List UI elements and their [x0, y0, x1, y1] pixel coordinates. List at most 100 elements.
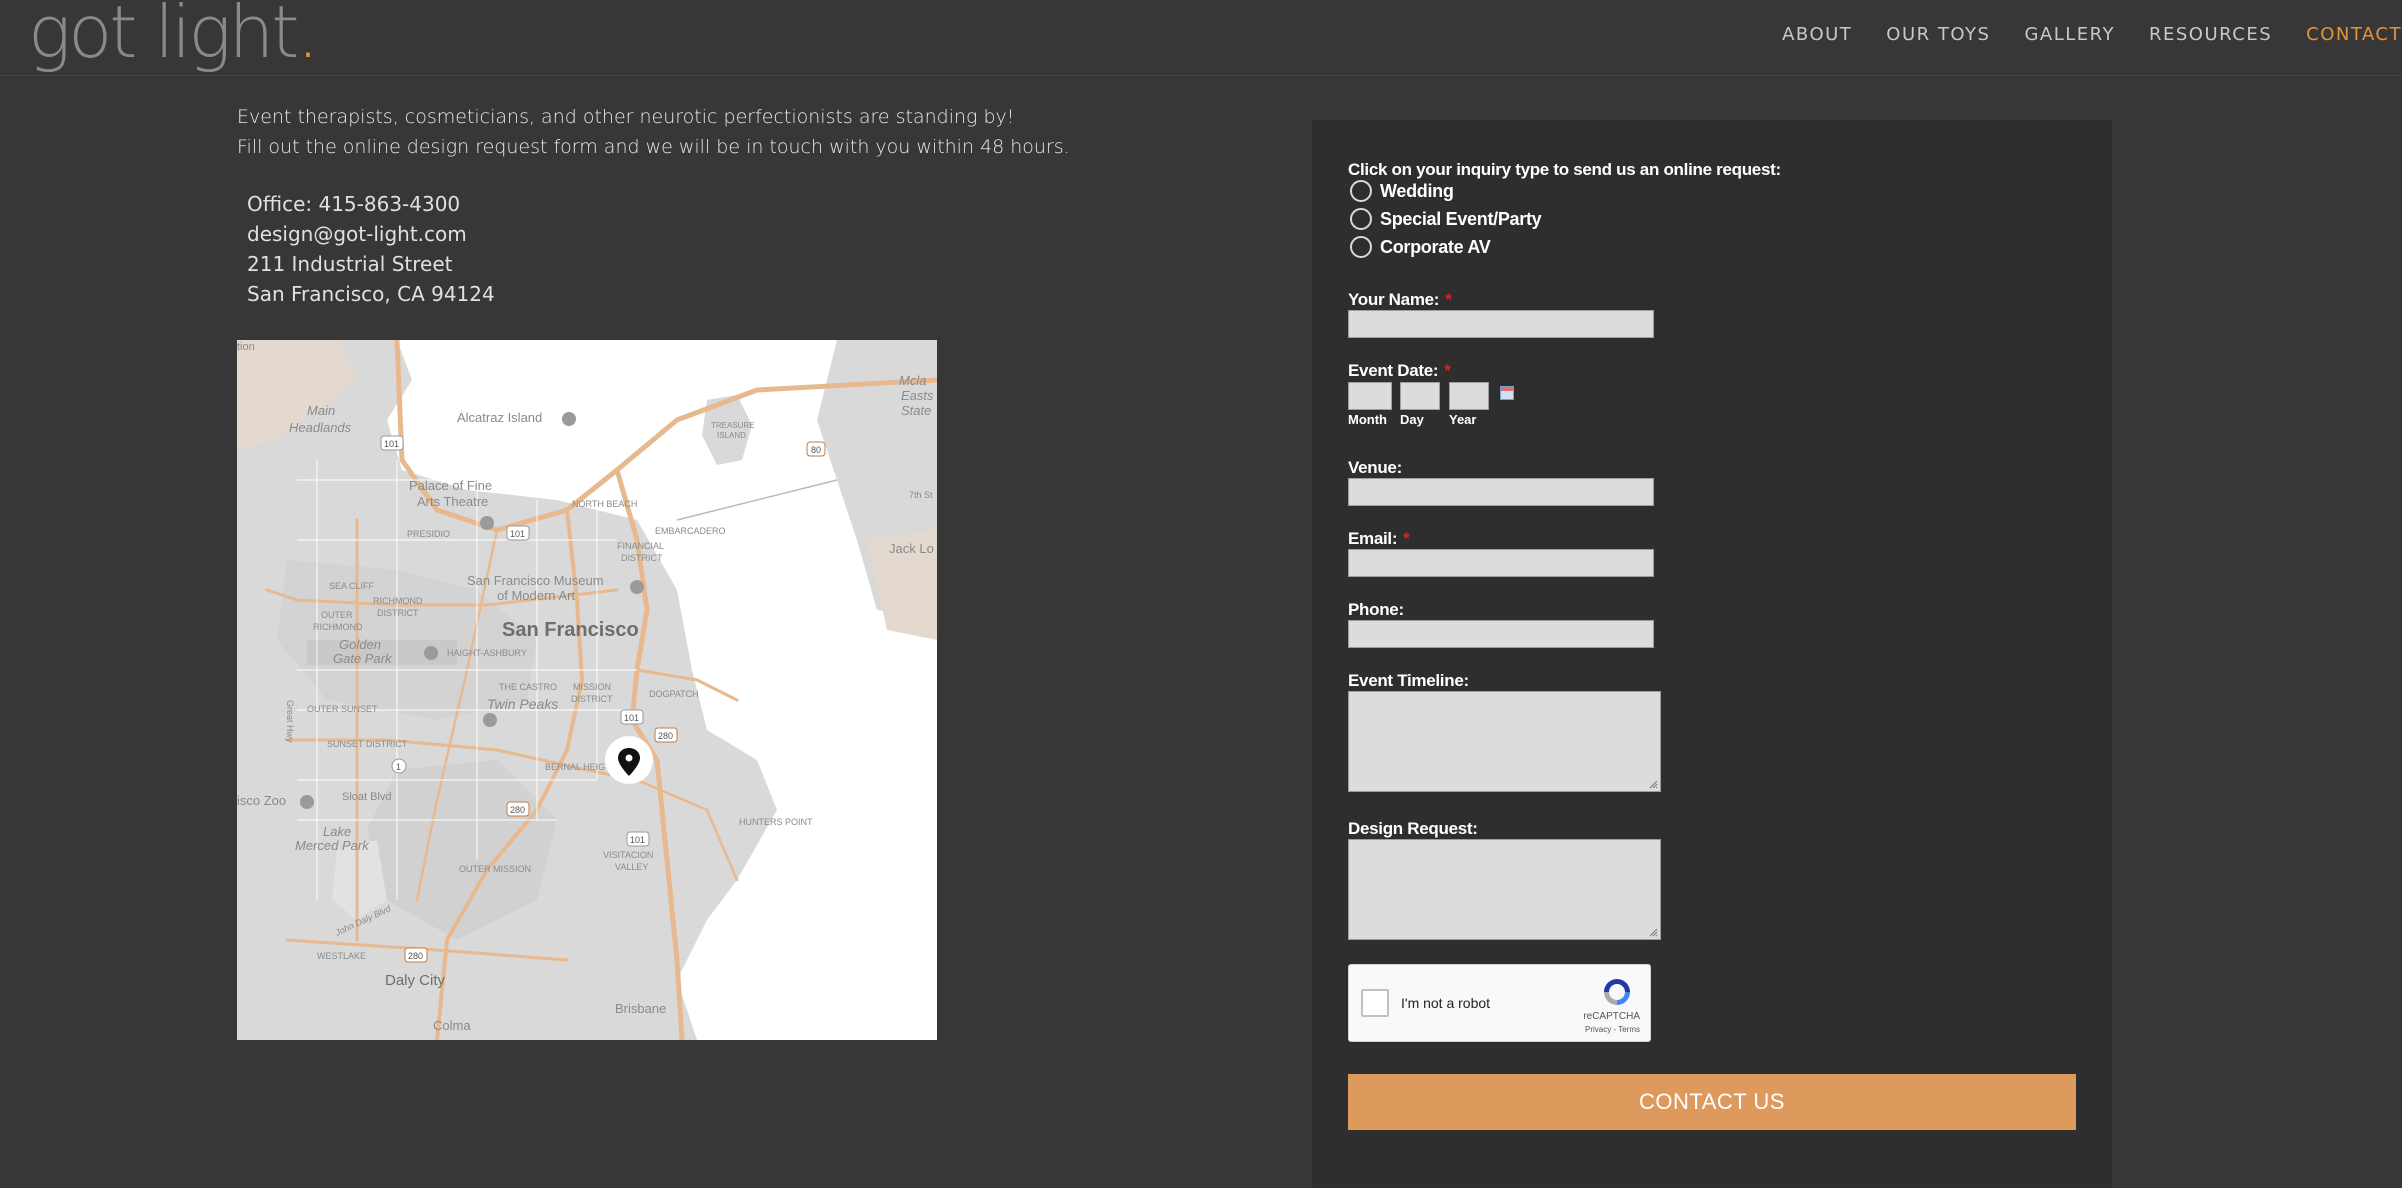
contact-info: Office: 415-863-4300 design@got-light.co…: [247, 189, 495, 309]
recaptcha-logo-icon: [1604, 979, 1630, 1005]
map-label-7th: 7th St: [909, 490, 933, 500]
email-input[interactable]: [1348, 549, 1654, 577]
contact-us-button[interactable]: CONTACT US: [1348, 1074, 2076, 1130]
email-label: Email: *: [1348, 529, 1410, 549]
map-label-richmond-district: DISTRICT: [377, 608, 419, 618]
nav-about[interactable]: ABOUT: [1782, 24, 1852, 45]
map-label-treasure: TREASURE: [711, 421, 755, 430]
intro-text: Event therapists, cosmeticians, and othe…: [237, 102, 1070, 162]
email-label-text: Email:: [1348, 529, 1398, 548]
logo-dot: .: [296, 0, 319, 74]
event-year-input[interactable]: [1449, 382, 1489, 410]
location-map[interactable]: Alcatraz Island Main Headlands Palace of…: [237, 340, 937, 1040]
recaptcha-privacy-terms[interactable]: Privacy - Terms: [1585, 1025, 1640, 1034]
radio-circle-icon[interactable]: [1350, 208, 1372, 230]
route-shield-280: 280: [506, 801, 530, 817]
map-label-bernal: BERNAL HEIG: [545, 762, 605, 772]
route-280-c-label: 280: [658, 731, 673, 741]
street-address: 211 Industrial Street: [247, 252, 453, 276]
map-label-daly-city: Daly City: [385, 972, 446, 989]
venue-input[interactable]: [1348, 478, 1654, 506]
nav-contact[interactable]: CONTACT: [2306, 24, 2402, 45]
map-label-mcla: Mcla: [899, 373, 926, 388]
resize-handle-icon[interactable]: [1648, 927, 1658, 937]
radio-circle-icon[interactable]: [1350, 180, 1372, 202]
intro-line-1: Event therapists, cosmeticians, and othe…: [237, 106, 1015, 128]
event-date-label: Event Date: *: [1348, 361, 1451, 381]
route-101-d-label: 101: [630, 835, 645, 845]
phone-input[interactable]: [1348, 620, 1654, 648]
map-label-island: ISLAND: [717, 431, 746, 440]
month-caption: Month: [1348, 412, 1387, 427]
nav-our-toys[interactable]: OUR TOYS: [1886, 24, 1990, 45]
radio-corporate-av[interactable]: Corporate AV: [1350, 236, 1491, 258]
map-label-outer-sunset: OUTER SUNSET: [307, 704, 378, 714]
name-input[interactable]: [1348, 310, 1654, 338]
map-label-lake: Lake: [323, 824, 351, 839]
timeline-textarea[interactable]: [1348, 691, 1661, 792]
location-pin-icon[interactable]: [605, 736, 653, 784]
map-label-westlake: WESTLAKE: [317, 951, 366, 961]
map-label-jack: Jack Lo: [889, 541, 934, 556]
route-101-label: 101: [384, 439, 399, 449]
map-label-main: Main: [307, 403, 335, 418]
intro-line-2: Fill out the online design request form …: [237, 136, 1070, 158]
map-label-presidio: PRESIDIO: [407, 529, 450, 539]
required-marker: *: [1445, 290, 1452, 309]
calendar-icon[interactable]: [1500, 386, 1514, 400]
map-label-arts: Arts Theatre: [417, 494, 488, 509]
phone-label: Phone:: [1348, 600, 1404, 619]
map-label-state: State: [901, 403, 931, 418]
route-101-b-label: 101: [510, 529, 525, 539]
radio-circle-icon[interactable]: [1350, 236, 1372, 258]
map-label-san-francisco: San Francisco: [502, 619, 639, 641]
route-shield-80: 80: [806, 441, 826, 457]
map-label-hunters-point: HUNTERS POINT: [739, 817, 813, 827]
map-label-gate-park: Gate Park: [333, 651, 393, 666]
map-label-outer-richmond: RICHMOND: [313, 622, 363, 632]
route-shield-101-b: 101: [506, 525, 530, 541]
map-label-richmond: RICHMOND: [373, 596, 423, 606]
radio-wedding[interactable]: Wedding: [1350, 180, 1454, 202]
main-nav: ABOUT OUR TOYS GALLERY RESOURCES CONTACT: [1748, 24, 2402, 45]
route-1-label: 1: [396, 762, 401, 772]
map-label-headlands: Headlands: [289, 420, 352, 435]
contact-email[interactable]: design@got-light.com: [247, 219, 495, 249]
event-month-input[interactable]: [1348, 382, 1392, 410]
inquiry-prompt: Click on your inquiry type to send us an…: [1348, 160, 1781, 179]
map-label-palace: Palace of Fine: [409, 478, 492, 493]
map-label-visitacion: VISITACION: [603, 850, 653, 860]
nav-gallery[interactable]: GALLERY: [2024, 24, 2115, 45]
map-label-merced: Merced Park: [295, 838, 370, 853]
map-label-sea-cliff: SEA CLIFF: [329, 581, 375, 591]
resize-handle-icon[interactable]: [1648, 779, 1658, 789]
map-label-outer: OUTER: [321, 610, 353, 620]
inquiry-form-panel: Click on your inquiry type to send us an…: [1312, 120, 2112, 1188]
map-label-easts: Easts: [901, 388, 934, 403]
route-101-c-label: 101: [624, 713, 639, 723]
map-label-brisbane: Brisbane: [615, 1001, 666, 1016]
event-day-input[interactable]: [1400, 382, 1440, 410]
route-shield-101: 101: [380, 435, 404, 451]
map-label-north-beach: NORTH BEACH: [572, 499, 637, 509]
required-marker: *: [1403, 529, 1410, 548]
map-label-sunset-district: SUNSET DISTRICT: [327, 739, 408, 749]
map-label-sfmoma: San Francisco Museum: [467, 573, 604, 588]
map-label-district: DISTRICT: [621, 553, 663, 563]
year-caption: Year: [1449, 412, 1477, 427]
design-request-textarea[interactable]: [1348, 839, 1661, 940]
map-label-twin-peaks: Twin Peaks: [487, 696, 558, 712]
venue-label: Venue:: [1348, 458, 1402, 477]
map-canvas[interactable]: Alcatraz Island Main Headlands Palace of…: [237, 340, 937, 1040]
map-label-castro: THE CASTRO: [499, 682, 557, 692]
map-label-outer-mission: OUTER MISSION: [459, 864, 531, 874]
radio-special-event-label: Special Event/Party: [1380, 208, 1542, 229]
nav-resources[interactable]: RESOURCES: [2149, 24, 2272, 45]
event-date-label-text: Event Date:: [1348, 361, 1439, 380]
timeline-label: Event Timeline:: [1348, 671, 1469, 690]
route-shield-101-c: 101: [620, 709, 644, 725]
site-logo[interactable]: got light.: [28, 0, 319, 74]
route-shield-280-b: 280: [404, 947, 428, 963]
recaptcha-checkbox[interactable]: [1361, 989, 1389, 1017]
radio-special-event[interactable]: Special Event/Party: [1350, 208, 1542, 230]
